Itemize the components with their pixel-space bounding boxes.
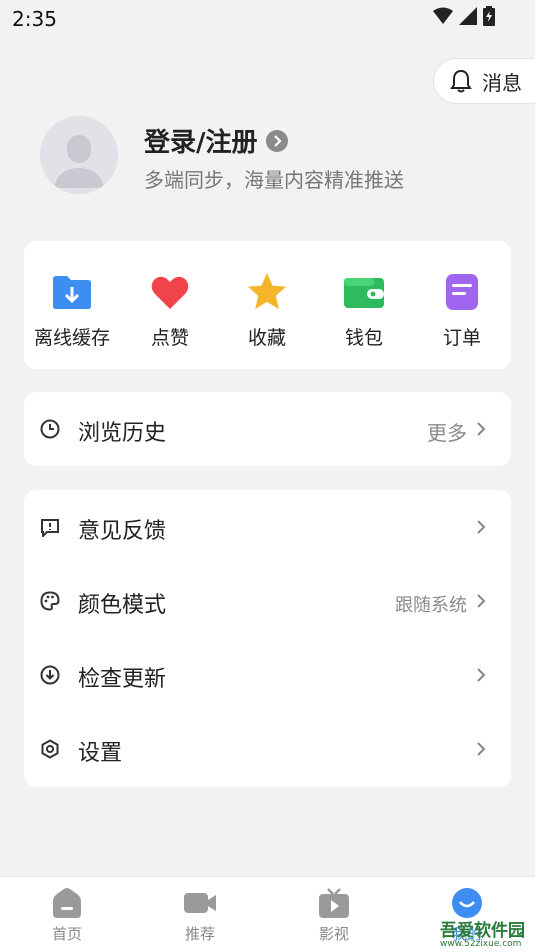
color-mode-value: 跟随系统 xyxy=(395,595,467,616)
messages-button[interactable]: 消息 xyxy=(433,58,535,104)
quick-item-label: 收藏 xyxy=(247,327,286,349)
tab-label: 推荐 xyxy=(184,925,215,943)
quick-orders[interactable]: 订单 xyxy=(422,271,502,350)
watermark-title: 吾爱软件园 xyxy=(440,921,525,941)
settings-label: 设置 xyxy=(78,741,123,766)
quick-item-label: 离线缓存 xyxy=(33,327,110,349)
star-icon xyxy=(246,271,288,313)
settings-row[interactable]: 设置 xyxy=(24,712,511,786)
download-folder-icon xyxy=(51,271,93,313)
history-more[interactable]: 更多 xyxy=(427,417,467,446)
feedback-row[interactable]: 意见反馈 xyxy=(24,490,511,564)
chevron-right-icon xyxy=(477,422,486,436)
login-subtitle: 多端同步，海量内容精准推送 xyxy=(144,168,404,192)
battery-icon xyxy=(483,6,495,26)
wifi-icon xyxy=(433,7,453,24)
video-camera-icon xyxy=(183,887,217,919)
tab-movies[interactable]: 影视 xyxy=(294,887,374,944)
quick-item-label: 订单 xyxy=(442,327,481,349)
tab-label: 影视 xyxy=(318,925,349,943)
check-update-label: 检查更新 xyxy=(78,667,167,692)
wallet-icon xyxy=(343,271,385,313)
status-time: 2:35 xyxy=(12,7,57,31)
history-row[interactable]: 浏览历史 更多 xyxy=(24,392,511,466)
quick-likes[interactable]: 点赞 xyxy=(130,271,210,350)
signal-icon xyxy=(459,7,477,25)
check-update-row[interactable]: 检查更新 xyxy=(24,638,511,712)
heart-icon xyxy=(149,271,191,313)
quick-actions-card: 离线缓存 点赞 收藏 钱包 订单 xyxy=(24,241,511,369)
quick-wallet[interactable]: 钱包 xyxy=(324,271,404,350)
quick-item-label: 钱包 xyxy=(344,327,383,349)
avatar-placeholder-icon xyxy=(40,116,118,194)
chevron-right-icon xyxy=(477,668,486,682)
history-label: 浏览历史 xyxy=(78,421,167,446)
settings-list-card: 意见反馈 颜色模式 跟随系统 检查更新 设置 xyxy=(24,490,511,787)
tv-icon xyxy=(317,887,351,919)
update-icon xyxy=(40,665,60,685)
tab-recommend[interactable]: 推荐 xyxy=(160,887,240,944)
tab-home[interactable]: 首页 xyxy=(27,887,107,944)
quick-favorites[interactable]: 收藏 xyxy=(227,271,307,350)
chevron-right-circle-icon xyxy=(265,129,288,152)
status-bar: 2:35 xyxy=(0,0,535,36)
settings-icon xyxy=(41,739,59,759)
bell-icon xyxy=(450,69,472,93)
chevron-right-icon xyxy=(477,520,486,534)
chevron-right-icon xyxy=(477,742,486,756)
order-icon xyxy=(441,271,483,313)
chevron-right-icon xyxy=(477,594,486,608)
tab-label: 首页 xyxy=(51,925,82,943)
profile-icon xyxy=(450,887,484,919)
profile-section[interactable]: 登录/注册 多端同步，海量内容精准推送 xyxy=(40,116,490,196)
quick-item-label: 点赞 xyxy=(150,327,189,349)
feedback-icon xyxy=(41,519,59,537)
status-icons xyxy=(433,6,495,26)
history-card: 浏览历史 更多 xyxy=(24,392,511,466)
quick-offline-cache[interactable]: 离线缓存 xyxy=(32,271,112,350)
login-title-text: 登录/注册 xyxy=(144,128,258,158)
home-icon xyxy=(50,887,84,919)
avatar[interactable] xyxy=(40,116,118,194)
watermark: 吾爱软件园 www.52zixue.com xyxy=(440,916,525,949)
messages-label: 消息 xyxy=(482,70,522,95)
color-mode-label: 颜色模式 xyxy=(78,593,167,618)
feedback-label: 意见反馈 xyxy=(78,519,167,544)
color-mode-row[interactable]: 颜色模式 跟随系统 xyxy=(24,564,511,638)
login-register-link[interactable]: 登录/注册 xyxy=(144,122,288,159)
watermark-url: www.52zixue.com xyxy=(440,939,522,949)
clock-icon xyxy=(40,419,60,439)
palette-icon xyxy=(40,591,60,611)
